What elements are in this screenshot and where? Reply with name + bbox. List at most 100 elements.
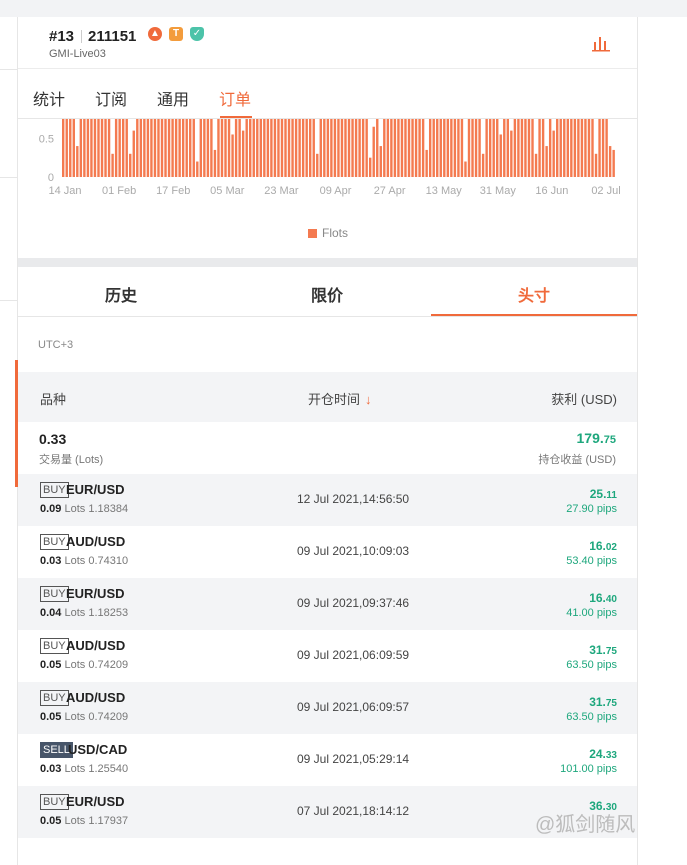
profit-pips: 63.50 pips (566, 659, 617, 671)
chart-bar (534, 153, 538, 177)
bar-chart-icon[interactable] (591, 33, 611, 53)
positions-summary: 0.33 交易量 (Lots) 179.75 持仓收益 (USD) (18, 422, 637, 474)
subtab-history[interactable]: 历史 (18, 282, 224, 306)
chart-bar (185, 119, 188, 177)
chart-bar (450, 119, 453, 177)
chart-bar (559, 119, 562, 177)
chart-bar (86, 119, 90, 177)
chart-bar (114, 119, 118, 177)
page: #13 211151 ▲ T ✓ GMI-Live03 统计 订阅 通用 订单 … (0, 0, 687, 865)
chart-bar (541, 119, 545, 177)
chart-bar (100, 119, 104, 177)
trader-card: #13 211151 ▲ T ✓ GMI-Live03 统计 订阅 通用 订单 … (18, 17, 637, 865)
tab-subscribe[interactable]: 订阅 (95, 86, 127, 110)
chart-bar (605, 119, 608, 177)
chart-bar (305, 119, 308, 177)
watermark: @狐剑随风 (535, 814, 636, 836)
lots-value: 0.05 (40, 815, 62, 827)
chart-bar (241, 130, 245, 177)
tab-general[interactable]: 通用 (157, 86, 189, 110)
table-row[interactable]: BUY AUD/USD 0.03 Lots 0.74310 09 Jul 2021,1… (18, 526, 637, 578)
subtab-positions[interactable]: 头寸 (431, 282, 637, 306)
chart-bar (333, 119, 337, 177)
volume: 0.04 Lots 1.18253 (40, 607, 128, 619)
col-open-time-label: 开仓时间 (308, 392, 361, 407)
table-row[interactable]: BUY AUD/USD 0.05 Lots 0.74209 09 Jul 2021,0… (18, 682, 637, 734)
chart-bar (552, 130, 555, 177)
chart-bar (256, 119, 259, 177)
chart-bar (471, 119, 474, 177)
t-badge-icon: T (169, 27, 183, 41)
chart-bar (570, 119, 573, 177)
open-time: 09 Jul 2021,10:09:03 (297, 544, 410, 558)
profit-pips: 53.40 pips (566, 555, 617, 567)
table-row[interactable]: BUY AUD/USD 0.05 Lots 0.74209 09 Jul 2021,0… (18, 630, 637, 682)
open-time: 12 Jul 2021,14:56:50 (297, 492, 410, 506)
chart-bar (220, 119, 224, 177)
tab-stats[interactable]: 统计 (33, 86, 65, 110)
chart-bar (249, 119, 252, 177)
sort-arrow-icon: ↓ (365, 392, 372, 407)
tab-orders[interactable]: 订单 (219, 86, 251, 110)
account-header: #13 211151 ▲ T ✓ GMI-Live03 (18, 17, 637, 69)
chart-bar (527, 119, 531, 177)
y-tick-label: 0.5 (39, 133, 54, 145)
chart-bar (178, 119, 181, 177)
chart-bar (361, 119, 365, 177)
chart-bar (206, 119, 210, 177)
profit-pips: 63.50 pips (566, 711, 617, 723)
chart-bar (421, 119, 425, 177)
chart-bar (164, 119, 167, 177)
chart-bar (344, 119, 347, 177)
chart-bar (393, 119, 397, 177)
table-row[interactable]: SELL USD/CAD 0.03 Lots 1.25540 09 Jul 2021,… (18, 734, 637, 786)
open-time: 07 Jul 2021,18:14:12 (297, 804, 410, 818)
col-profit-header: 获利 (USD) (551, 392, 617, 407)
chart-bar (143, 119, 146, 177)
subtab-limit[interactable]: 限价 (224, 282, 430, 306)
profit-int: 31. (589, 695, 606, 709)
lots-chart: 0 0.5 14 Jan 01 Feb 17 Feb 05 Mar 23 Mar 09 Apr… (18, 119, 637, 258)
chart-bar (192, 119, 195, 177)
chart-bar (506, 119, 510, 177)
chart-bar (252, 119, 255, 177)
total-lots: 0.33 (39, 431, 67, 447)
chart-bar (545, 146, 548, 177)
chart-bar (563, 119, 566, 177)
chart-bar (411, 119, 414, 177)
symbol: AUD/USD (66, 638, 126, 653)
col-open-time-header[interactable]: 开仓时间 ↓ (308, 389, 372, 408)
chart-bar (347, 119, 351, 177)
chart-bar (446, 119, 450, 177)
chart-bar (270, 119, 273, 177)
chart-bar (227, 119, 231, 177)
flame-icon: ▲ (148, 27, 162, 41)
profit-dec: 75 (605, 646, 617, 657)
chart-bar (83, 119, 86, 177)
chart-bar (150, 119, 153, 177)
chart-bar (488, 119, 492, 177)
total-profit-dec: 75 (603, 434, 616, 446)
x-tick-label: 09 Apr (320, 185, 352, 197)
position-profit: 25.11 (590, 487, 617, 501)
chart-bar (213, 149, 217, 177)
volume: 0.03 Lots 0.74310 (40, 555, 128, 567)
chart-bar (280, 119, 284, 177)
profit-dec: 02 (605, 542, 617, 553)
chart-bar (499, 134, 502, 177)
chart-bar (376, 119, 379, 177)
chart-bar (548, 119, 552, 177)
table-row[interactable]: BUY EUR/USD 0.04 Lots 1.18253 09 Jul 2021,0… (18, 578, 637, 630)
chart-bar (326, 119, 330, 177)
chart-bar (390, 119, 393, 177)
chart-bar (481, 153, 485, 177)
side-badge: BUY (40, 690, 69, 706)
chart-bar (612, 149, 615, 177)
x-tick-label: 27 Apr (374, 185, 406, 197)
chart-bar (291, 119, 294, 177)
chart-bar (457, 119, 460, 177)
table-row[interactable]: BUY EUR/USD 0.09 Lots 1.18384 12 Jul 2021,1… (18, 474, 637, 526)
chart-legend[interactable]: Flots (308, 226, 348, 240)
chart-bar (443, 119, 446, 177)
chart-bar (379, 146, 382, 177)
